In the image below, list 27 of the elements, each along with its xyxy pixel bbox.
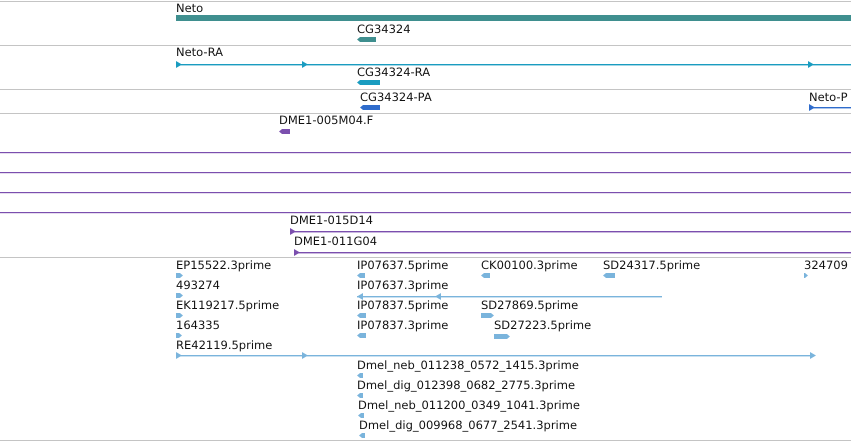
feature-label: SD27223.5prime <box>494 319 592 332</box>
feature-label: Neto-P <box>809 91 848 104</box>
feature-label: IP07837.5prime <box>357 299 448 312</box>
feature-label: DME1-005M04.F <box>279 114 374 127</box>
feature-label: Dmel_neb_011238_0572_1415.3prime <box>357 359 579 372</box>
feature-label: CG34324-RA <box>357 66 430 79</box>
feature-label: Neto <box>176 2 204 15</box>
feature-label: Neto-RA <box>176 46 223 59</box>
feature-label: SD27869.5prime <box>481 299 578 312</box>
feature-label: DME1-011G04 <box>294 235 378 248</box>
feature-label: Dmel_dig_012398_0682_2775.3prime <box>357 379 576 392</box>
feature-label: SD24317.5prime <box>603 259 700 272</box>
feature-label: IP07637.3prime <box>357 279 448 292</box>
feature-label: DME1-015D14 <box>290 214 373 227</box>
feature-label: EP15522.3prime <box>176 259 272 272</box>
feature-label: Dmel_neb_011200_0349_1041.3prime <box>358 399 580 412</box>
feature-label: 493274 <box>176 279 220 292</box>
feature-label: EK119217.5prime <box>176 299 280 312</box>
feature-label: CG34324 <box>357 23 411 36</box>
feature-label: CG34324-PA <box>360 91 432 104</box>
feature-label: Dmel_dig_009968_0677_2541.3prime <box>359 419 578 432</box>
feature-label: RE42119.5prime <box>176 339 272 352</box>
feature-label: 324709 <box>804 259 848 272</box>
feature-label: 164335 <box>176 319 220 332</box>
feature-label: CK00100.3prime <box>481 259 578 272</box>
feature-label: IP07637.5prime <box>357 259 448 272</box>
feature-label: IP07837.3prime <box>357 319 448 332</box>
